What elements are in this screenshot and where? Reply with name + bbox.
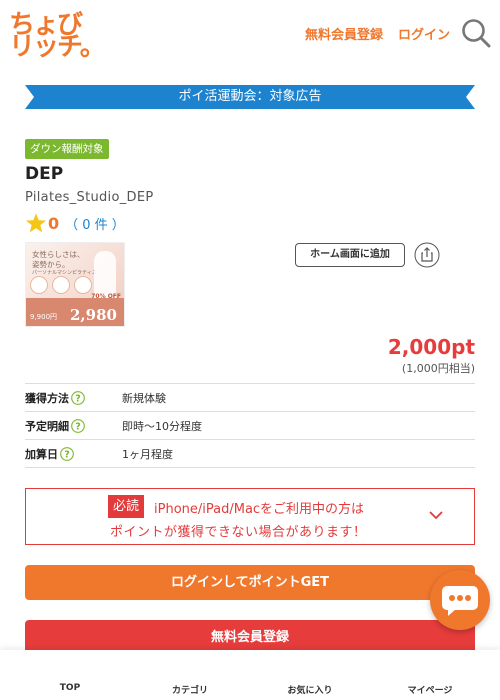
help-icon[interactable]: ? [71,390,85,405]
review-count-link[interactable]: （ 0 件 ） [65,214,125,233]
thumb-price-new: 2,980 [70,306,117,324]
chevron-down-icon[interactable] [428,509,444,521]
ios-notice-accordion[interactable]: 必読 iPhone/iPad/Macをご利用中の方は ポイントが獲得できない場合… [25,488,475,545]
rating-value: 0 [48,213,60,233]
nav-item-favorites[interactable]: お気に入り [250,683,370,696]
offer-subtitle: Pilates_Studio_DEP [25,190,154,205]
offer-thumbnail[interactable]: 女性らしさは、 姿勢から。 パーソナルマシンピラティス 70% OFF 9,90… [25,242,125,327]
info-label-text: 予定明細 [25,419,69,433]
notice-line2: ポイントが獲得できない場合があります！ [110,525,367,540]
star-icon [25,213,47,233]
must-read-badge: 必読 [108,495,145,518]
header-register-link[interactable]: 無料会員登録 [305,24,383,43]
thumb-circle [74,276,92,294]
info-label-text: 獲得方法 [25,391,69,405]
help-icon[interactable]: ? [71,418,85,433]
reward-points: 2,000pt [387,335,475,359]
login-get-points-button[interactable]: ログインしてポイントGET [25,565,475,600]
info-row: 獲得方法 ? 新規体験 [25,384,475,412]
rating: 0 （ 0 件 ） [25,212,125,234]
logo-line2: リッチ。 [9,32,106,62]
logo[interactable]: ちょび リッチ。 [9,12,106,62]
info-label-text: 加算日 [25,447,58,461]
info-value: 1ヶ月程度 [122,447,173,461]
chat-support-button[interactable] [430,570,490,630]
info-row: 予定明細 ? 即時～10分程度 [25,412,475,440]
header-login-link[interactable]: ログイン [398,24,450,43]
chat-bubble-icon [442,586,478,616]
svg-text:?: ? [75,421,81,432]
svg-text:?: ? [64,449,70,460]
info-value: 新規体験 [122,391,166,405]
info-value: 即時～10分程度 [122,419,202,433]
info-label: 加算日 ? [25,446,122,462]
reward-badge: ダウン報酬対象 [25,139,109,159]
share-icon[interactable] [414,242,440,268]
offer-info-table: 獲得方法 ? 新規体験 予定明細 ? 即時～10分程度 加算日 ? 1ヶ月程度 [25,383,475,468]
notice-line1: iPhone/iPad/Macをご利用中の方は [154,502,365,517]
info-row: 加算日 ? 1ヶ月程度 [25,440,475,468]
nav-item-top[interactable]: TOP [10,683,130,693]
thumb-circle [30,276,48,294]
reward-yen-equivalent: (1,000円相当) [401,362,475,375]
add-to-home-button[interactable]: ホーム画面に追加 [295,243,405,267]
nav-item-category[interactable]: カテゴリ [130,683,250,696]
campaign-banner[interactable]: ポイ活運動会：対象広告 [25,85,475,109]
search-icon[interactable] [461,18,491,48]
thumb-circle [52,276,70,294]
thumb-line3: パーソナルマシンピラティス [32,270,97,276]
nav-item-mypage[interactable]: マイページ [370,683,490,696]
info-label: 獲得方法 ? [25,390,122,406]
thumb-price-old: 9,900円 [30,313,58,321]
bottom-nav: TOP カテゴリ お気に入り マイページ [0,650,500,700]
info-label: 予定明細 ? [25,418,122,434]
help-icon[interactable]: ? [60,446,74,461]
offer-title: DEP [25,164,64,184]
svg-text:?: ? [75,393,81,404]
header: ちょび リッチ。 無料会員登録 ログイン [0,0,500,65]
